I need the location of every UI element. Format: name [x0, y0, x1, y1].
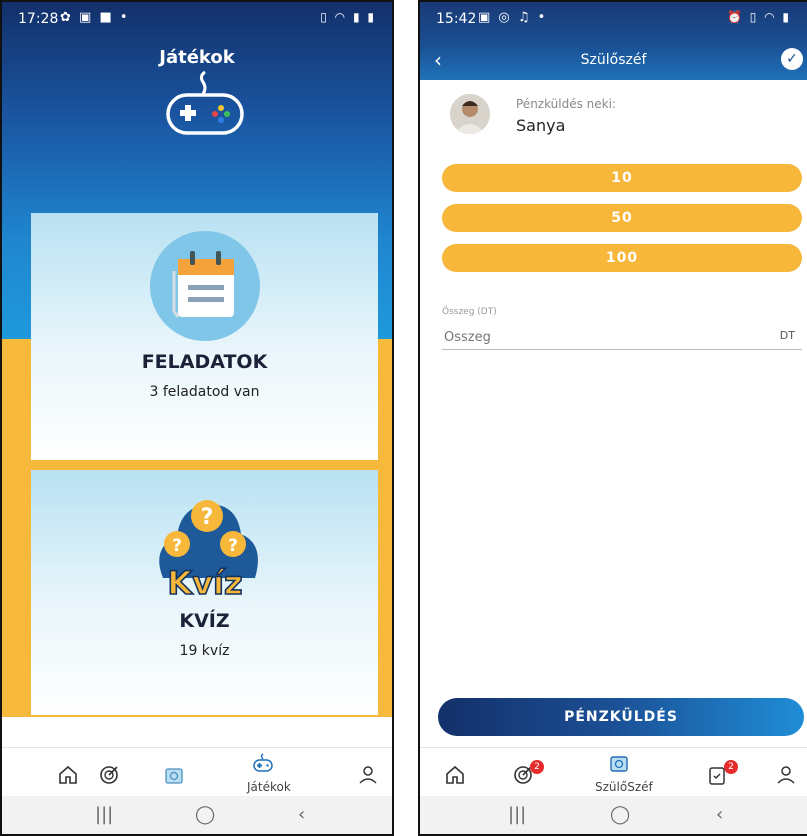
confirm-check-icon[interactable]: ✓: [781, 48, 803, 70]
person-photo-icon: [450, 94, 490, 134]
home-icon[interactable]: [444, 764, 466, 786]
gamepad-icon: [166, 70, 244, 135]
home-button-icon[interactable]: ◯: [195, 804, 215, 825]
amount-currency-suffix: DT: [779, 329, 795, 342]
notification-badge: 2: [530, 760, 544, 774]
back-button-icon[interactable]: ‹: [298, 804, 305, 825]
home-icon[interactable]: [57, 764, 79, 786]
status-notification-icons: ▣ ◎ ♫ •: [478, 10, 548, 25]
calendar-icon: [172, 251, 234, 318]
tasks-card-title: FELADATOK: [141, 351, 268, 373]
svg-text:?: ?: [228, 536, 238, 556]
wallet-icon[interactable]: [608, 752, 630, 774]
android-nav-bar: ||| ◯ ‹: [420, 796, 807, 834]
recipient-name: Sanya: [516, 116, 566, 135]
avatar: [450, 94, 490, 134]
notification-badge: 2: [724, 760, 738, 774]
bottom-navigation: Játékok: [2, 747, 392, 801]
quiz-logo-icon: ? ? ? Kvíz: [159, 500, 258, 603]
recipient-label: Pénzküldés neki:: [516, 97, 616, 111]
right-phone-screen: 15:42 ▣ ◎ ♫ • ⏰ ▯ ◠ ▮ ‹ Szülőszéf ✓ Pénz…: [418, 0, 807, 836]
nav-active-label: Játékok: [247, 780, 291, 794]
send-money-button[interactable]: PÉNZKÜLDÉS: [438, 698, 804, 736]
amount-field-label: Összeg (DT): [442, 307, 497, 317]
svg-text:?: ?: [172, 536, 182, 556]
android-nav-bar: ||| ◯ ‹: [2, 796, 392, 834]
svg-text:?: ?: [201, 505, 214, 530]
quiz-card-subtitle: 19 kvíz: [179, 643, 230, 659]
nav-active-label: SzülőSzéf: [595, 780, 653, 794]
amount-input[interactable]: [442, 325, 802, 350]
recents-icon[interactable]: |||: [508, 804, 526, 825]
status-time: 17:28: [18, 11, 59, 27]
recents-icon[interactable]: |||: [95, 804, 113, 825]
status-notification-icons: ✿ ▣ ■ •: [60, 10, 130, 25]
quiz-logo-text: Kvíz: [167, 564, 242, 602]
status-time: 15:42: [436, 11, 477, 27]
target-icon[interactable]: [98, 764, 120, 786]
quiz-card[interactable]: ? ? ? Kvíz KVÍZ 19 kvíz: [31, 470, 378, 715]
page-title: Játékok: [159, 47, 235, 68]
page-title: Szülőszéf: [580, 52, 647, 68]
status-bar: 15:42 ▣ ◎ ♫ • ⏰ ▯ ◠ ▮: [420, 2, 807, 36]
back-button-icon[interactable]: ‹: [716, 804, 723, 825]
amount-button-100[interactable]: 100: [442, 244, 802, 272]
status-system-icons: ⏰ ▯ ◠ ▮: [726, 10, 791, 24]
profile-icon[interactable]: [357, 764, 379, 786]
bottom-navigation: 2 SzülőSzéf 2: [420, 747, 807, 801]
amount-button-10[interactable]: 10: [442, 164, 802, 192]
status-system-icons: ▯ ◠ ▮ ▮: [320, 10, 376, 24]
calendar-icon-background: [150, 231, 260, 341]
quiz-card-title: KVÍZ: [179, 610, 230, 632]
left-phone-screen: 17:28 ✿ ▣ ■ • ▯ ◠ ▮ ▮ Játékok FELADATOK …: [0, 0, 394, 836]
tasks-card[interactable]: FELADATOK 3 feladatod van: [31, 213, 378, 460]
profile-icon[interactable]: [775, 764, 797, 786]
gamepad-nav-icon[interactable]: [252, 752, 274, 774]
wallet-icon[interactable]: [163, 764, 185, 786]
amount-button-50[interactable]: 50: [442, 204, 802, 232]
home-button-icon[interactable]: ◯: [610, 804, 630, 825]
tasks-card-subtitle: 3 feladatod van: [149, 384, 260, 400]
status-bar: 17:28 ✿ ▣ ■ • ▯ ◠ ▮ ▮: [2, 2, 392, 36]
